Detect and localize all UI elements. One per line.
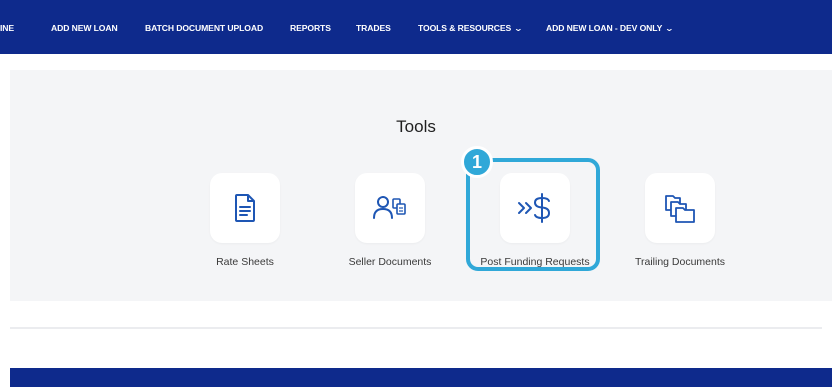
nav-item-label: ADD NEW LOAN <box>51 23 118 33</box>
tool-seller-documents[interactable]: Seller Documents <box>315 173 465 283</box>
document-icon <box>235 194 255 222</box>
nav-item-trades[interactable]: TRADES <box>356 0 391 54</box>
nav-item-add-new-loan-dev-only[interactable]: ADD NEW LOAN - DEV ONLY ⌄ <box>546 0 675 54</box>
tool-label: Trailing Documents <box>634 256 726 268</box>
user-documents-icon <box>373 196 406 219</box>
tool-card[interactable] <box>210 173 280 243</box>
nav-item-label: TOOLS & RESOURCES <box>418 23 512 33</box>
tool-card[interactable] <box>355 173 425 243</box>
tool-rate-sheets[interactable]: Rate Sheets <box>170 173 320 283</box>
nav-item-label: BATCH DOCUMENT UPLOAD <box>145 23 264 33</box>
folders-icon <box>665 195 695 223</box>
nav-item-label: REPORTS <box>290 23 331 33</box>
nav-item-label: INE <box>0 23 15 33</box>
step-number-badge: 1 <box>461 146 493 178</box>
nav-item-label: ADD NEW LOAN - DEV ONLY <box>546 23 663 33</box>
tool-label: Rate Sheets <box>216 256 274 268</box>
tool-label: Seller Documents <box>348 256 432 268</box>
footer-bar <box>10 368 832 387</box>
tool-trailing-documents[interactable]: Trailing Documents <box>605 173 755 283</box>
nav-item-batch-document-upload[interactable]: BATCH DOCUMENT UPLOAD <box>145 0 263 54</box>
chevron-down-icon: ⌄ <box>513 24 524 33</box>
top-navigation-bar: INE ADD NEW LOAN BATCH DOCUMENT UPLOAD R… <box>0 0 832 54</box>
nav-item-tools-resources[interactable]: TOOLS & RESOURCES ⌄ <box>418 0 524 54</box>
nav-item-home-truncated[interactable]: INE <box>0 0 14 54</box>
tools-title: Tools <box>396 117 436 136</box>
nav-item-label: TRADES <box>356 23 391 33</box>
divider <box>10 327 822 329</box>
nav-item-reports[interactable]: REPORTS <box>290 0 331 54</box>
chevron-down-icon: ⌄ <box>664 24 675 33</box>
tool-card[interactable] <box>645 173 715 243</box>
nav-item-add-new-loan[interactable]: ADD NEW LOAN <box>51 0 118 54</box>
